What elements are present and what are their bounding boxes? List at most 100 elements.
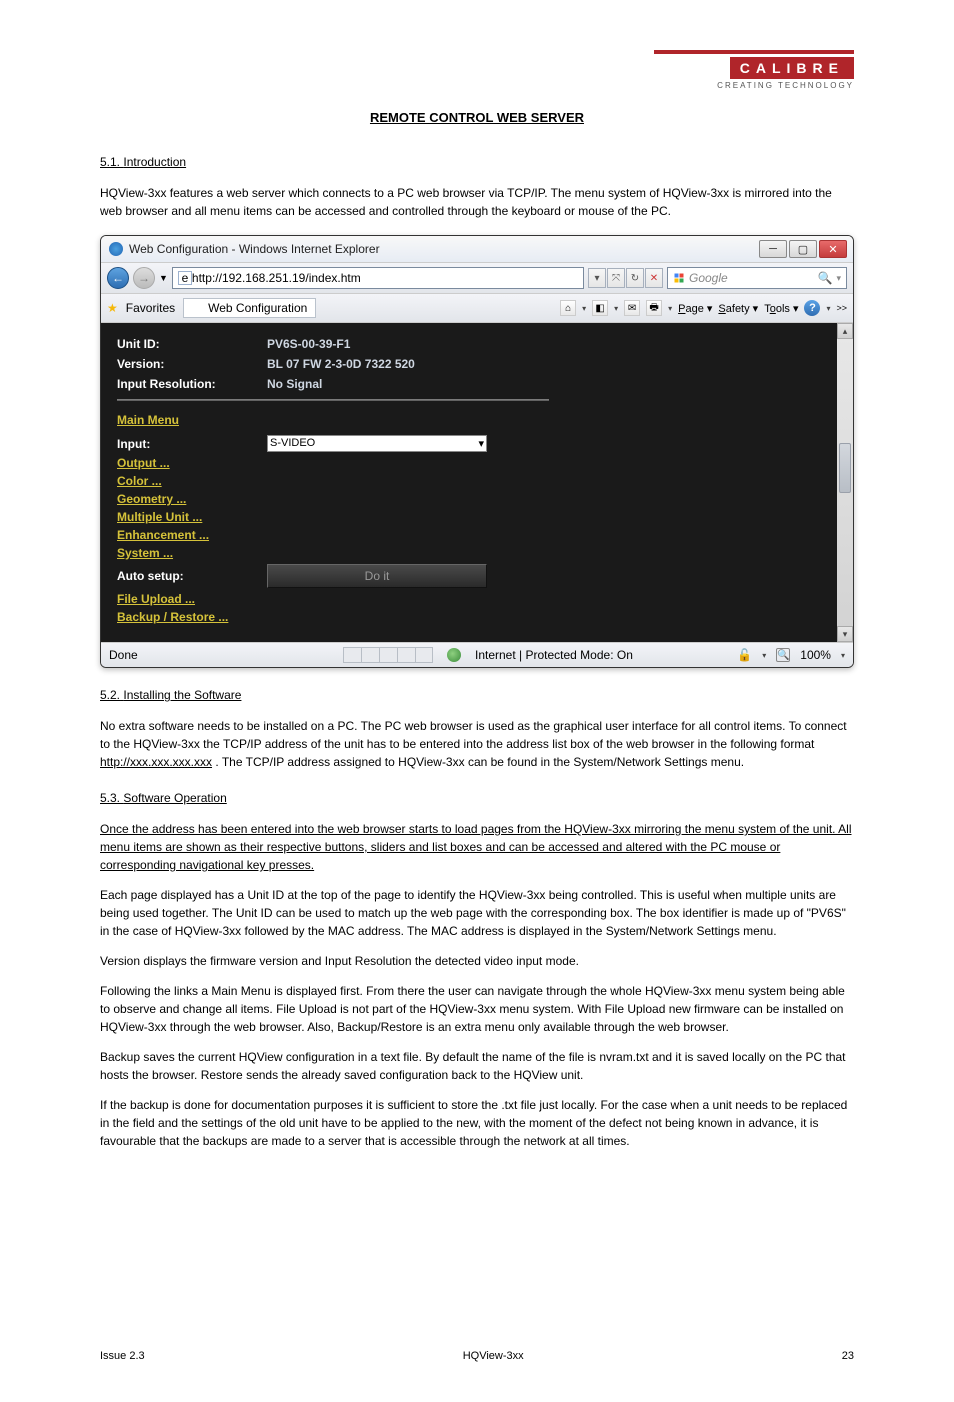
brand-logo: CALIBRE: [730, 57, 854, 79]
minimize-button[interactable]: ─: [759, 240, 787, 258]
tab-ie-icon: [192, 302, 204, 314]
address-bar[interactable]: e: [172, 267, 584, 289]
page-menu[interactable]: PPageage ▾: [678, 302, 712, 315]
safety-menu[interactable]: Safety ▾: [718, 302, 758, 315]
refresh-icon[interactable]: ↻: [626, 268, 644, 288]
home-icon[interactable]: ⌂: [560, 300, 576, 316]
home-dd[interactable]: ▾: [582, 304, 586, 313]
favorites-label[interactable]: Favorites: [126, 301, 175, 315]
compat-view-icon[interactable]: ⤧: [607, 268, 625, 288]
section-intro-number: 5.1.: [100, 155, 120, 169]
operation-version-para: Version displays the firmware version an…: [100, 952, 854, 970]
print-dd[interactable]: ▾: [668, 304, 672, 313]
address-dropdown-icon[interactable]: ▾: [588, 268, 606, 288]
ie-icon: [109, 242, 123, 256]
zoom-dd[interactable]: ▾: [841, 651, 845, 660]
operation-fileupload-para: Following the links a Main Menu is displ…: [100, 982, 854, 1036]
input-select-value: S-VIDEO: [270, 437, 315, 450]
window-title: Web Configuration - Windows Internet Exp…: [129, 242, 759, 256]
browser-tab[interactable]: Web Configuration: [183, 298, 316, 318]
footer-left: Issue 2.3: [100, 1350, 145, 1362]
back-button[interactable]: ←: [107, 267, 129, 289]
operation-backup-para-2: If the backup is done for documentation …: [100, 1096, 854, 1150]
link-backup-restore[interactable]: Backup / Restore ...: [117, 610, 837, 624]
main-menu-heading: Main Menu: [117, 413, 837, 427]
auto-setup-button[interactable]: Do it: [267, 564, 487, 588]
web-page-content: ▴ ▾ Unit ID: PV6S-00-39-F1 Version: BL 0…: [101, 323, 853, 642]
scroll-down-icon[interactable]: ▾: [837, 626, 853, 642]
input-res-value: No Signal: [267, 377, 322, 391]
help-icon[interactable]: ?: [804, 300, 820, 316]
google-icon: [673, 272, 685, 284]
section-intro-title: Introduction: [123, 155, 186, 169]
progress-bar: [343, 647, 433, 663]
search-go-icon[interactable]: 🔍: [818, 271, 833, 285]
brand-bar: [654, 50, 854, 54]
link-geometry[interactable]: Geometry ...: [117, 492, 837, 506]
zoom-icon[interactable]: 🔍: [776, 648, 790, 662]
link-enhancement[interactable]: Enhancement ...: [117, 528, 837, 542]
protected-dd[interactable]: ▾: [762, 651, 766, 660]
section-operation-heading: 5.3. Software Operation: [100, 791, 854, 805]
operation-backup-para-1: Backup saves the current HQView configur…: [100, 1048, 854, 1084]
nav-toolbar: ← → ▼ e ▾ ⤧ ↻ ✕ Google 🔍 ▾: [101, 262, 853, 294]
section-operation-title: Software Operation: [123, 791, 226, 805]
forward-button[interactable]: →: [133, 267, 155, 289]
tab-title: Web Configuration: [208, 301, 307, 315]
more-chevrons[interactable]: >>: [836, 303, 847, 313]
brand-header: CALIBRE CREATING TECHNOLOGY: [100, 50, 854, 90]
status-done: Done: [109, 648, 329, 662]
zone-icon: [447, 648, 461, 662]
scroll-up-icon[interactable]: ▴: [837, 323, 853, 339]
install-text-pre: No extra software needs to be installed …: [100, 719, 847, 751]
close-button[interactable]: ✕: [819, 240, 847, 258]
install-text-post: . The TCP/IP address assigned to HQView-…: [215, 755, 744, 769]
link-system[interactable]: System ...: [117, 546, 837, 560]
feeds-dd[interactable]: ▾: [614, 304, 618, 313]
section-intro-heading: 5.1. Introduction: [100, 155, 854, 169]
hyperlink-software-operation[interactable]: Once the address has been entered into t…: [100, 822, 852, 872]
input-label: Input:: [117, 437, 267, 451]
section-operation-number: 5.3.: [100, 791, 120, 805]
operation-unit-id-para: Each page displayed has a Unit ID at the…: [100, 886, 854, 940]
operation-para-1: Once the address has been entered into t…: [100, 820, 854, 874]
favorites-star-icon[interactable]: ★: [107, 301, 118, 315]
help-dd[interactable]: ▾: [826, 304, 830, 313]
status-zone: Internet | Protected Mode: On: [475, 648, 633, 662]
section-install-heading: 5.2. Installing the Software: [100, 688, 854, 702]
maximize-button[interactable]: ▢: [789, 240, 817, 258]
search-dropdown-icon[interactable]: ▾: [836, 273, 841, 284]
link-output[interactable]: Output ...: [117, 456, 837, 470]
unit-id-label: Unit ID:: [117, 337, 267, 351]
section-install-title: Installing the Software: [123, 688, 241, 702]
footer-center: HQView-3xx: [463, 1350, 524, 1362]
print-icon[interactable]: 🖶: [646, 300, 662, 316]
install-paragraph: No extra software needs to be installed …: [100, 717, 854, 771]
stop-icon[interactable]: ✕: [645, 268, 663, 288]
link-file-upload[interactable]: File Upload ...: [117, 592, 837, 606]
nav-history-dropdown-icon[interactable]: ▼: [159, 273, 168, 283]
divider-line: [117, 399, 549, 401]
auto-setup-label: Auto setup:: [117, 569, 267, 583]
feeds-icon[interactable]: ◧: [592, 300, 608, 316]
intro-paragraph: HQView-3xx features a web server which c…: [100, 184, 854, 220]
input-select[interactable]: S-VIDEO ▾: [267, 435, 487, 452]
link-multiple-unit[interactable]: Multiple Unit ...: [117, 510, 837, 524]
page-footer: Issue 2.3 HQView-3xx 23: [100, 1350, 854, 1362]
mail-icon[interactable]: ✉: [624, 300, 640, 316]
link-color[interactable]: Color ...: [117, 474, 837, 488]
version-label: Version:: [117, 357, 267, 371]
brand-tagline: CREATING TECHNOLOGY: [100, 81, 854, 90]
search-placeholder: Google: [689, 271, 728, 285]
tools-menu[interactable]: Tools ▾: [764, 302, 798, 315]
zoom-value: 100%: [800, 648, 831, 662]
search-box[interactable]: Google 🔍 ▾: [667, 267, 847, 289]
unit-id-value: PV6S-00-39-F1: [267, 337, 350, 351]
example-url-link[interactable]: http://xxx.xxx.xxx.xxx: [100, 755, 212, 769]
section-install-number: 5.2.: [100, 688, 120, 702]
favorites-bar: ★ Favorites Web Configuration ⌂ ▾ ◧ ▾ ✉ 🖶 ▾…: [101, 294, 853, 323]
url-input[interactable]: [192, 271, 578, 285]
protected-mode-icon[interactable]: 🔓: [737, 648, 752, 662]
scroll-thumb[interactable]: [839, 443, 851, 493]
page-icon: e: [178, 271, 192, 285]
